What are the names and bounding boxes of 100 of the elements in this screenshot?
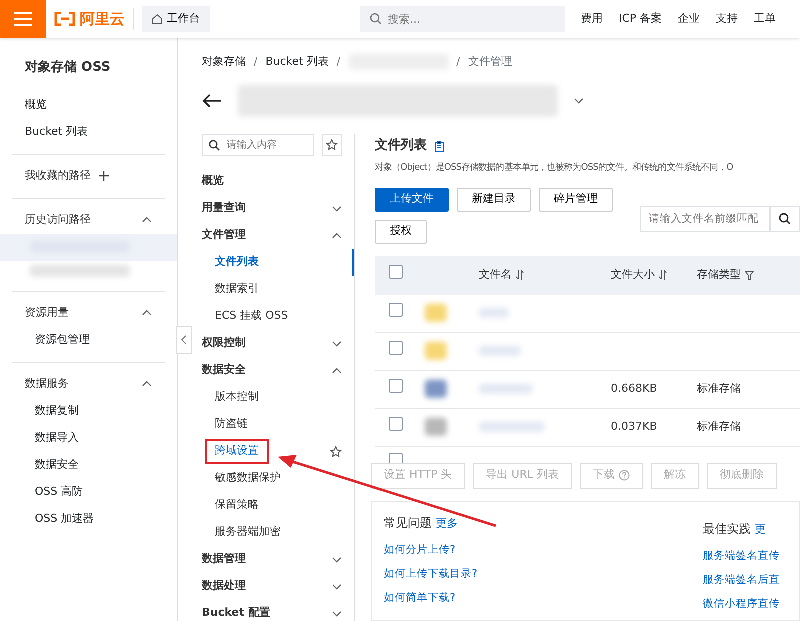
search-icon xyxy=(370,13,382,25)
page-title: 文件列表 xyxy=(375,136,427,156)
sidebar-link[interactable]: OSS 加速器 xyxy=(35,510,94,528)
help-link[interactable]: 服务端签名直传 xyxy=(703,550,780,562)
search-field[interactable]: 搜索... xyxy=(360,6,565,32)
redacted-file-name xyxy=(479,384,533,394)
filter-icon xyxy=(745,270,754,280)
sidebar-link[interactable]: 概览 xyxy=(25,96,47,114)
top-nav-link[interactable]: 费用 xyxy=(581,10,603,28)
menu-button[interactable] xyxy=(0,0,46,38)
menu-item[interactable]: Bucket 配置 xyxy=(202,605,270,621)
sidebar-link[interactable]: Bucket 列表 xyxy=(25,124,88,140)
chevron-down-icon[interactable] xyxy=(574,98,584,104)
menu-item[interactable]: 数据处理 xyxy=(202,578,246,595)
menu-item[interactable]: 保留策略 xyxy=(215,497,259,514)
checkbox[interactable] xyxy=(389,379,403,394)
chevron-left-icon xyxy=(181,335,187,345)
search-icon xyxy=(209,140,220,151)
top-nav-link[interactable]: 支持 xyxy=(716,10,738,28)
help-link[interactable]: 如何上传下载目录? xyxy=(384,568,478,580)
menu-item[interactable]: 版本控制 xyxy=(215,389,259,406)
plus-icon[interactable] xyxy=(99,171,109,181)
chevron-down-icon[interactable] xyxy=(332,206,342,212)
help-link[interactable]: 服务端签名后直 xyxy=(703,574,780,586)
menu-item[interactable]: 数据管理 xyxy=(202,551,246,568)
chevron-down-icon[interactable] xyxy=(332,584,342,590)
highlighted-menu-item[interactable]: 跨域设置 xyxy=(205,439,269,464)
workbench-button[interactable]: 工作台 xyxy=(142,6,210,32)
collapse-button[interactable] xyxy=(176,326,192,354)
folder-icon xyxy=(425,342,447,360)
toolbar-button[interactable]: 授权 xyxy=(375,220,427,244)
star-icon xyxy=(326,139,338,151)
sidebar-link[interactable]: 数据复制 xyxy=(35,402,79,420)
chevron-up-icon[interactable] xyxy=(142,381,152,387)
file-size: 0.668KB xyxy=(611,382,658,395)
menu-icon[interactable] xyxy=(14,12,32,26)
top-nav-link[interactable]: 工单 xyxy=(754,10,776,28)
breadcrumb-link[interactable]: Bucket 列表 xyxy=(266,54,329,70)
menu-search-field[interactable]: 请输入内容 xyxy=(202,134,314,156)
chevron-down-icon[interactable] xyxy=(332,610,342,616)
sidebar-section-title: 数据服务 xyxy=(25,376,69,392)
chevron-down-icon[interactable] xyxy=(332,556,342,562)
breadcrumb-current: 文件管理 xyxy=(468,54,512,70)
menu-item[interactable]: 文件列表 xyxy=(215,254,259,271)
menu-item[interactable]: 敏感数据保护 xyxy=(215,470,281,487)
column-header[interactable]: 文件大小 xyxy=(611,266,697,284)
more-link[interactable]: 更 xyxy=(755,522,766,538)
menu-item[interactable]: 用量查询 xyxy=(202,200,246,217)
checkbox[interactable] xyxy=(389,341,403,356)
storage-type: 标准存储 xyxy=(697,382,741,395)
sort-icon xyxy=(516,270,524,280)
breadcrumb-separator: / xyxy=(254,54,258,70)
sidebar-section-title: 我收藏的路径 xyxy=(25,168,91,184)
menu-item[interactable]: 服务器端加密 xyxy=(215,524,281,541)
clipboard-icon[interactable] xyxy=(435,140,444,152)
breadcrumb-link[interactable]: 对象存储 xyxy=(202,54,246,70)
toolbar-button[interactable]: 新建目录 xyxy=(457,188,531,212)
more-link[interactable]: 更多 xyxy=(436,516,458,532)
file-search-field[interactable]: 请输入文件名前缀匹配 xyxy=(640,206,770,232)
sidebar-link[interactable]: 数据导入 xyxy=(35,430,79,446)
help-section-title: 最佳实践 xyxy=(703,520,751,538)
column-header[interactable]: 文件名 xyxy=(479,266,611,284)
file-icon xyxy=(425,418,447,436)
checkbox[interactable] xyxy=(389,303,403,318)
star-icon[interactable] xyxy=(330,446,342,458)
back-arrow-icon[interactable] xyxy=(202,94,222,108)
help-link[interactable]: 如何分片上传? xyxy=(384,544,456,556)
favorite-button[interactable] xyxy=(322,134,342,156)
chevron-down-icon[interactable] xyxy=(332,340,342,346)
chevron-up-icon[interactable] xyxy=(332,368,342,374)
redacted-file-name xyxy=(479,346,521,356)
storage-type: 标准存储 xyxy=(697,420,741,433)
menu-item[interactable]: 概览 xyxy=(202,173,224,190)
sidebar-link[interactable]: 数据安全 xyxy=(35,456,79,474)
chevron-up-icon[interactable] xyxy=(142,217,152,223)
toolbar-button[interactable]: 上传文件 xyxy=(375,188,449,212)
help-link[interactable]: 如何简单下载? xyxy=(384,592,456,604)
top-nav-link[interactable]: ICP 备案 xyxy=(619,10,662,28)
menu-item[interactable]: 文件管理 xyxy=(202,227,246,244)
menu-item[interactable]: 数据索引 xyxy=(215,281,259,298)
checkbox[interactable] xyxy=(389,417,403,432)
help-link[interactable]: 微信小程序直传 xyxy=(703,598,780,610)
top-nav-link[interactable]: 企业 xyxy=(678,10,700,28)
sidebar-link[interactable]: OSS 高防 xyxy=(35,484,84,500)
search-button[interactable] xyxy=(770,206,800,232)
chevron-up-icon[interactable] xyxy=(332,232,342,238)
menu-item[interactable]: 权限控制 xyxy=(202,335,246,352)
sidebar-link[interactable]: 资源包管理 xyxy=(35,332,90,348)
menu-item[interactable]: ECS 挂载 OSS xyxy=(215,308,288,325)
breadcrumb-separator: / xyxy=(336,54,341,70)
help-section-title: 常见问题 xyxy=(384,514,432,532)
home-icon xyxy=(152,14,163,24)
menu-item[interactable]: 数据安全 xyxy=(202,362,246,379)
chevron-up-icon[interactable] xyxy=(142,310,152,316)
file-icon xyxy=(425,380,447,398)
column-header[interactable]: 存储类型 xyxy=(697,266,787,284)
toolbar-button[interactable]: 碎片管理 xyxy=(539,188,613,212)
menu-item[interactable]: 防盗链 xyxy=(215,416,248,433)
checkbox[interactable] xyxy=(389,265,403,280)
logo-icon xyxy=(54,12,76,26)
